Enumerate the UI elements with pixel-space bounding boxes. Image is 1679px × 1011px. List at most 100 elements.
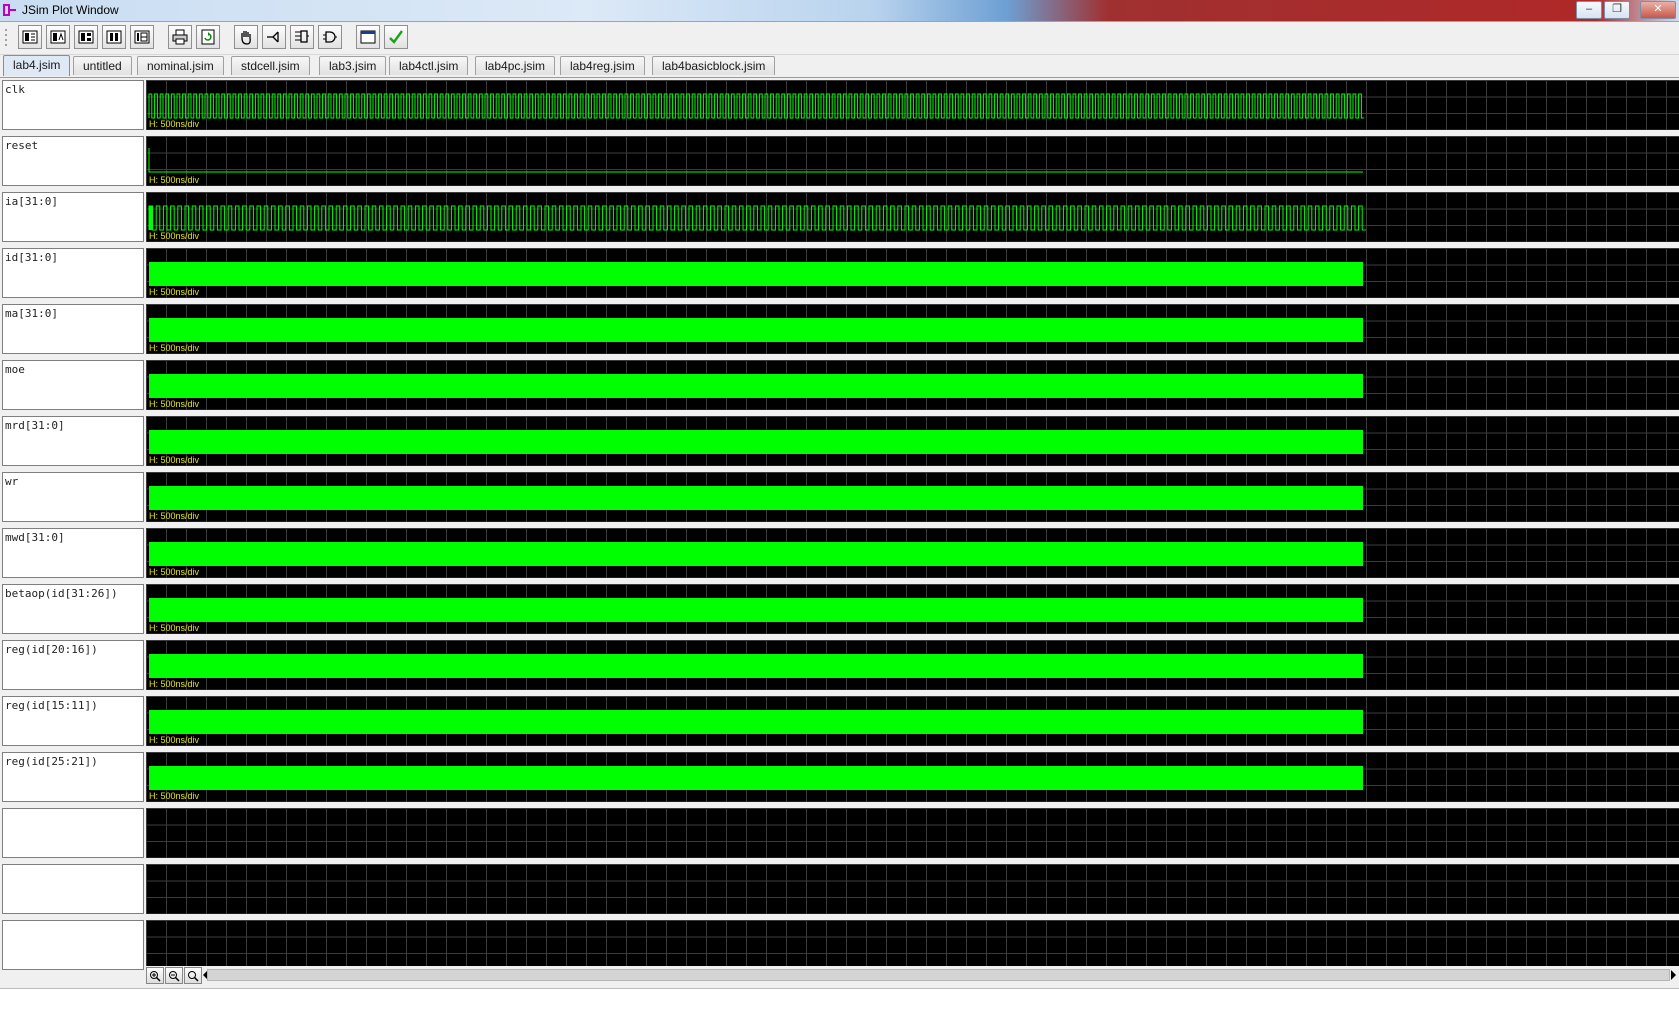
layout-1-button[interactable]	[18, 25, 42, 49]
horizontal-scale-label: H: 500ns/div	[149, 343, 200, 353]
signal-name[interactable]: wr	[2, 472, 144, 522]
zoom-in-icon	[150, 970, 161, 982]
tab-lab4basicblock[interactable]: lab4basicblock.jsim	[652, 56, 776, 75]
signal-name[interactable]	[2, 920, 144, 970]
check-button[interactable]	[384, 25, 408, 49]
signal-row	[2, 864, 1679, 916]
refresh-icon	[201, 29, 215, 45]
signal-plot[interactable]	[146, 808, 1679, 858]
signal-row	[2, 808, 1679, 860]
tab-nominal[interactable]: nominal.jsim	[137, 56, 224, 75]
layout-1-icon	[22, 30, 38, 44]
bus-trace	[149, 430, 1363, 454]
layout-5-button[interactable]	[130, 25, 154, 49]
print-icon	[172, 29, 188, 45]
horizontal-scale-label: H: 500ns/div	[149, 567, 200, 577]
signal-row: reg(id[20:16]) H: 500ns/div	[2, 640, 1679, 692]
signal-row	[2, 920, 1679, 972]
layout-3-button[interactable]	[74, 25, 98, 49]
scroll-right-arrow-icon[interactable]	[1671, 970, 1677, 980]
signal-plot[interactable]: H: 500ns/div	[146, 360, 1679, 410]
signal-plot[interactable]	[146, 920, 1679, 970]
signal-row: wr H: 500ns/div	[2, 472, 1679, 524]
tab-lab4reg[interactable]: lab4reg.jsim	[560, 56, 645, 75]
tab-stdcell[interactable]: stdcell.jsim	[231, 56, 310, 75]
bus-trace	[149, 542, 1363, 566]
signal-row: reg(id[15:11]) H: 500ns/div	[2, 696, 1679, 748]
window-button[interactable]	[356, 25, 380, 49]
signal-row: ma[31:0] H: 500ns/div	[2, 304, 1679, 356]
signal-plot[interactable]: H: 500ns/div	[146, 696, 1679, 746]
signal-name[interactable]: betaop(id[31:26])	[2, 584, 144, 634]
pulse-trace	[148, 148, 1363, 173]
signal-plot[interactable]: H: 500ns/div	[146, 304, 1679, 354]
signal-name[interactable]: reg(id[25:21])	[2, 752, 144, 802]
signal-name[interactable]: moe	[2, 360, 144, 410]
signal-row: clk H: 500ns/div	[2, 80, 1679, 132]
signal-plot[interactable]: H: 500ns/div	[146, 80, 1679, 130]
zoom-out-icon	[169, 970, 180, 982]
signal-row: mrd[31:0] H: 500ns/div	[2, 416, 1679, 468]
signal-row: moe H: 500ns/div	[2, 360, 1679, 412]
zoom-bar	[145, 966, 1679, 984]
bus-trace	[149, 318, 1363, 342]
file-tabs: lab4.jsim untitled nominal.jsim stdcell.…	[0, 55, 1679, 78]
horizontal-scale-label: H: 500ns/div	[149, 455, 200, 465]
window-title: JSim Plot Window	[22, 3, 119, 17]
pan-button[interactable]	[234, 25, 258, 49]
toolbar	[0, 22, 1679, 55]
signal-plot[interactable]	[146, 864, 1679, 914]
horizontal-scale-label: H: 500ns/div	[149, 623, 200, 633]
tab-lab4[interactable]: lab4.jsim	[3, 55, 71, 76]
signal-plot[interactable]: H: 500ns/div	[146, 472, 1679, 522]
and-gate-button[interactable]	[318, 25, 342, 49]
signal-name[interactable]	[2, 808, 144, 858]
signal-row: mwd[31:0] H: 500ns/div	[2, 528, 1679, 580]
signal-plot[interactable]: H: 500ns/div	[146, 640, 1679, 690]
signal-plot[interactable]: H: 500ns/div	[146, 528, 1679, 578]
layout-2-button[interactable]	[46, 25, 70, 49]
horizontal-scrollbar[interactable]	[207, 969, 1670, 981]
signal-name[interactable]: ma[31:0]	[2, 304, 144, 354]
maximize-button[interactable]: ❐	[1604, 1, 1630, 19]
fork-button[interactable]	[262, 25, 286, 49]
signal-name[interactable]: mwd[31:0]	[2, 528, 144, 578]
gate-list-button[interactable]	[290, 25, 314, 49]
signal-plot[interactable]: H: 500ns/div	[146, 192, 1679, 242]
refresh-button[interactable]	[196, 25, 220, 49]
title-bar: JSim Plot Window – ❐ ✕	[0, 0, 1679, 22]
signal-name[interactable]: mrd[31:0]	[2, 416, 144, 466]
tab-lab4ctl[interactable]: lab4ctl.jsim	[389, 56, 469, 75]
signal-name[interactable]: reset	[2, 136, 144, 186]
zoom-fit-button[interactable]	[184, 967, 202, 984]
bus-trace	[149, 654, 1363, 678]
bus-trace	[149, 262, 1363, 286]
close-button[interactable]: ✕	[1640, 1, 1676, 19]
signal-name[interactable]	[2, 864, 144, 914]
signal-row: reset H: 500ns/div	[2, 136, 1679, 188]
fork-icon	[267, 31, 279, 43]
minimize-button[interactable]: –	[1576, 1, 1602, 19]
signal-name[interactable]: reg(id[20:16])	[2, 640, 144, 690]
layout-4-button[interactable]	[102, 25, 126, 49]
zoom-out-button[interactable]	[165, 967, 183, 984]
zoom-in-button[interactable]	[146, 967, 164, 984]
signal-plot[interactable]: H: 500ns/div	[146, 136, 1679, 186]
tab-lab4pc[interactable]: lab4pc.jsim	[475, 56, 556, 75]
tab-lab3[interactable]: lab3.jsim	[319, 56, 387, 75]
signal-plot[interactable]: H: 500ns/div	[146, 248, 1679, 298]
window-icon	[360, 30, 376, 44]
checkmark-icon	[389, 30, 403, 44]
signal-name[interactable]: ia[31:0]	[2, 192, 144, 242]
signal-plot[interactable]: H: 500ns/div	[146, 416, 1679, 466]
print-button[interactable]	[168, 25, 192, 49]
signal-plot[interactable]: H: 500ns/div	[146, 584, 1679, 634]
tab-untitled[interactable]: untitled	[73, 56, 132, 75]
layout-2-icon	[50, 30, 66, 44]
signal-row: betaop(id[31:26]) H: 500ns/div	[2, 584, 1679, 636]
horizontal-scale-label: H: 500ns/div	[149, 791, 200, 801]
signal-name[interactable]: reg(id[15:11])	[2, 696, 144, 746]
signal-plot[interactable]: H: 500ns/div	[146, 752, 1679, 802]
signal-name[interactable]: clk	[2, 80, 144, 130]
signal-name[interactable]: id[31:0]	[2, 248, 144, 298]
